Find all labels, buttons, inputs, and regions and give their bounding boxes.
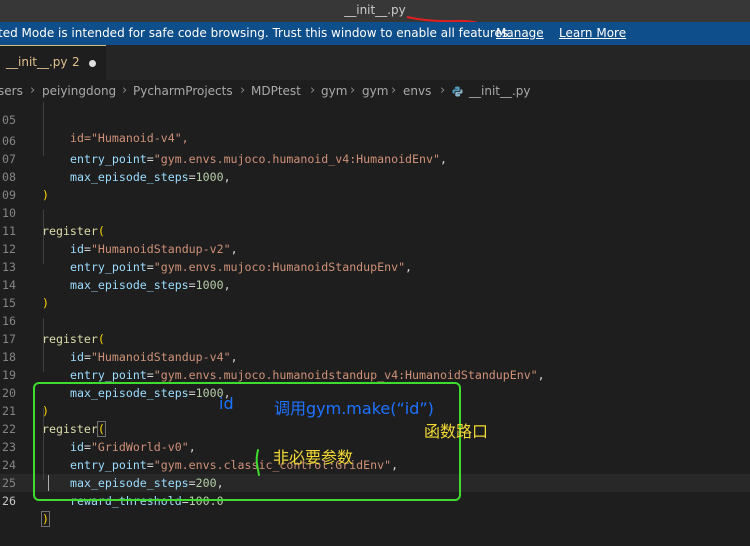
- learn-more-link[interactable]: Learn More: [559, 22, 626, 45]
- line-number: 26: [2, 494, 16, 508]
- code-line: 14 ): [0, 258, 750, 310]
- annotation-optional-params: 非必要参数: [273, 448, 354, 467]
- code-line: 13 max_episode_steps=1000,: [0, 240, 750, 292]
- tab-filename: __init__.py: [6, 55, 68, 69]
- code-token: ): [41, 511, 50, 527]
- handwritten-tick-mark: [255, 449, 260, 476]
- code-text: ): [41, 510, 50, 528]
- code-line: 09: [0, 168, 750, 202]
- code-line: 19 max_episode_steps=1000,: [0, 348, 750, 400]
- tab-init-py[interactable]: __init__.py 2: [0, 45, 106, 80]
- annotation-id: id: [219, 394, 234, 413]
- code-line: 17 id="HumanoidStandup-v4",: [0, 312, 750, 364]
- tab-problem-count: 2: [72, 55, 80, 69]
- code-line: 18 entry_point="gym.envs.mujoco.humanoid…: [0, 330, 750, 382]
- annotation-gym-make: 调用gym.make(“id”): [274, 399, 434, 418]
- code-line: 12 entry_point="gym.envs.mujoco:Humanoid…: [0, 222, 750, 274]
- banner-message: ted Mode is intended for safe code brows…: [0, 26, 512, 40]
- code-line: 08 ): [0, 150, 750, 202]
- code-line: 11 id="HumanoidStandup-v2",: [0, 204, 750, 256]
- code-line: 06 entry_point="gym.envs.mujoco.humanoid…: [0, 114, 750, 166]
- code-line: 16 register(: [0, 294, 750, 346]
- unsaved-dot-icon[interactable]: [89, 60, 96, 67]
- code-line: 07 max_episode_steps=1000,: [0, 132, 750, 184]
- editor-tab-bar: __init__.py 2: [0, 45, 750, 80]
- code-line: 05 id="Humanoid-v4",: [0, 93, 750, 145]
- restricted-mode-banner: ted Mode is intended for safe code brows…: [0, 22, 750, 45]
- code-line: 15: [0, 276, 750, 310]
- code-line: 10 register(: [0, 186, 750, 238]
- annotation-entry-point: 函数路口: [424, 422, 489, 441]
- manage-link[interactable]: Manage: [496, 22, 544, 45]
